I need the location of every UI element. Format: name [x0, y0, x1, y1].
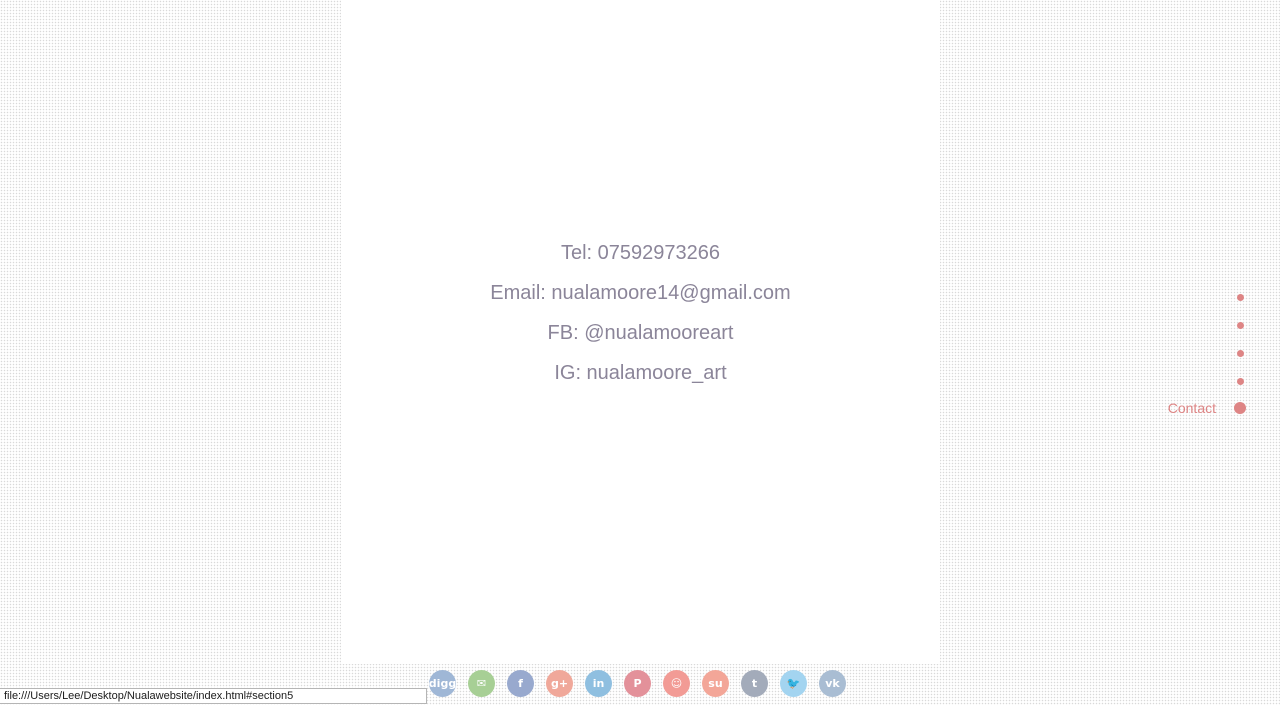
tumblr-icon[interactable]: t: [741, 670, 768, 697]
digg-icon[interactable]: digg: [429, 670, 456, 697]
email-icon[interactable]: ✉: [468, 670, 495, 697]
section-dot-nav: Contact: [1080, 0, 1280, 705]
stumbleupon-icon[interactable]: su: [702, 670, 729, 697]
pinterest-icon[interactable]: P: [624, 670, 651, 697]
nav-dot-icon: [1237, 349, 1244, 357]
reddit-icon[interactable]: ☺: [663, 670, 690, 697]
nav-dot-section4[interactable]: [1237, 371, 1244, 391]
google-plus-icon[interactable]: g+: [546, 670, 573, 697]
nav-dot-icon: [1234, 402, 1246, 414]
social-share-bar: digg ✉ f g+ in P ☺ su t 🐦 vk: [429, 670, 846, 698]
contact-facebook: FB: @nualamooreart: [547, 322, 734, 344]
nav-dot-section3[interactable]: [1237, 343, 1244, 363]
vk-icon[interactable]: vk: [819, 670, 846, 697]
contact-email: Email: nualamoore14@gmail.com: [490, 282, 791, 304]
nav-dot-icon: [1237, 293, 1244, 301]
nav-dot-icon: [1237, 377, 1244, 385]
nav-label-contact: Contact: [1167, 400, 1216, 416]
contact-section: Tel: 07592973266 Email: nualamoore14@gma…: [341, 0, 940, 664]
contact-instagram: IG: nualamoore_art: [554, 362, 727, 384]
contact-tel: Tel: 07592973266: [560, 242, 721, 264]
linkedin-icon[interactable]: in: [585, 670, 612, 697]
nav-dot-contact[interactable]: Contact: [1167, 398, 1246, 418]
browser-status-bar: file:///Users/Lee/Desktop/Nualawebsite/i…: [0, 688, 427, 704]
facebook-icon[interactable]: f: [507, 670, 534, 697]
twitter-icon[interactable]: 🐦: [780, 670, 807, 697]
nav-dot-section2[interactable]: [1237, 315, 1244, 335]
nav-dot-section1[interactable]: [1237, 287, 1244, 307]
nav-dot-icon: [1237, 321, 1244, 329]
